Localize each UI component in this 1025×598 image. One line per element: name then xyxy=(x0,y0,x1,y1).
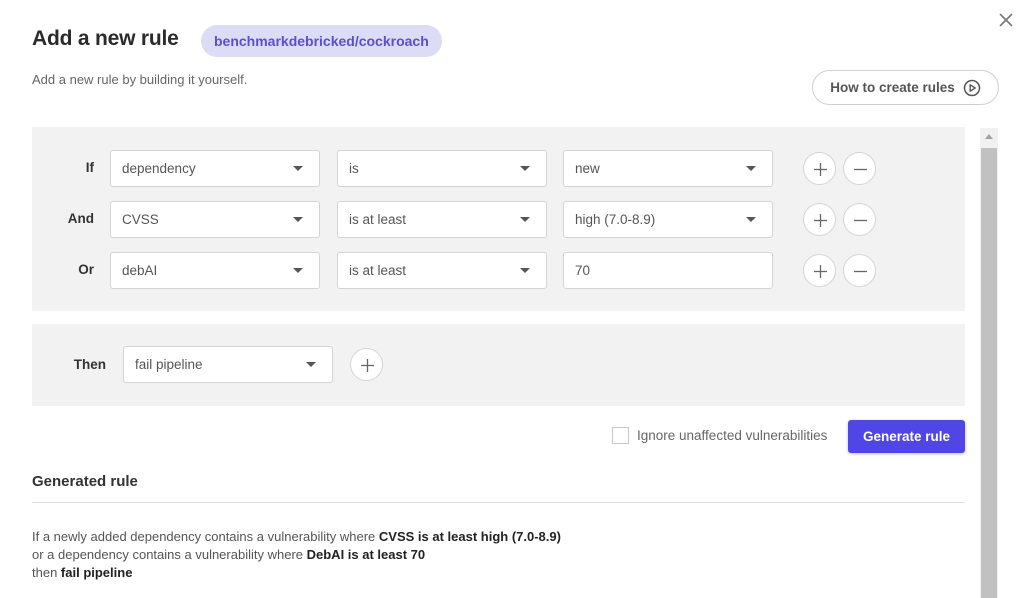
condition-1-add-button[interactable] xyxy=(803,152,836,185)
condition-connector-and: And xyxy=(67,211,94,226)
caret-down-icon xyxy=(746,217,756,222)
plus-icon xyxy=(814,163,827,176)
condition-2-value: high (7.0-8.9) xyxy=(575,212,656,227)
condition-1-value: new xyxy=(575,161,600,176)
condition-1-remove-button[interactable] xyxy=(843,152,876,185)
ignore-unaffected-label: Ignore unaffected vulnerabilities xyxy=(637,428,828,443)
action-value: fail pipeline xyxy=(135,357,203,372)
caret-down-icon xyxy=(520,268,530,273)
condition-1-field-value: dependency xyxy=(122,161,196,176)
add-action-button[interactable] xyxy=(350,348,383,381)
condition-2-field-select[interactable]: CVSS xyxy=(110,201,320,238)
condition-2-operator-select[interactable]: is at least xyxy=(337,201,547,238)
caret-down-icon xyxy=(293,217,303,222)
condition-1-value-select[interactable]: new xyxy=(563,150,773,187)
condition-2-field-value: CVSS xyxy=(122,212,159,227)
scroll-up-arrow-icon[interactable] xyxy=(985,134,993,139)
repository-badge: benchmarkdebricked/cockroach xyxy=(201,25,442,57)
scrollbar-thumb[interactable] xyxy=(981,148,997,598)
condition-2-value-select[interactable]: high (7.0-8.9) xyxy=(563,201,773,238)
close-button[interactable] xyxy=(996,10,1016,30)
action-select[interactable]: fail pipeline xyxy=(123,346,333,383)
minus-icon xyxy=(854,168,867,171)
condition-connector-if: If xyxy=(85,160,94,175)
condition-3-field-value: debAI xyxy=(122,263,158,278)
play-circle-icon xyxy=(963,79,981,96)
dialog-subtitle: Add a new rule by building it yourself. xyxy=(32,72,248,87)
generated-rule-line-1: If a newly added dependency contains a v… xyxy=(32,529,561,544)
condition-connector-or: Or xyxy=(78,262,94,277)
plus-icon xyxy=(814,214,827,227)
caret-down-icon xyxy=(520,217,530,222)
generated-rule-line-2-text: or a dependency contains a vulnerability… xyxy=(32,547,307,562)
plus-icon xyxy=(361,359,374,372)
condition-1-field-select[interactable]: dependency xyxy=(110,150,320,187)
generated-rule-line-3-text: then xyxy=(32,565,61,580)
generated-rule-line-3-bold: fail pipeline xyxy=(60,565,133,580)
condition-3-field-select[interactable]: debAI xyxy=(110,252,320,289)
plus-icon xyxy=(814,265,827,278)
caret-down-icon xyxy=(520,166,530,171)
generated-rule-line-1-bold: CVSS is at least high (7.0-8.9) xyxy=(378,529,561,544)
generated-rule-heading: Generated rule xyxy=(32,473,138,490)
caret-down-icon xyxy=(306,362,316,367)
condition-1-operator-select[interactable]: is xyxy=(337,150,547,187)
ignore-unaffected-checkbox[interactable] xyxy=(612,427,629,444)
condition-3-remove-button[interactable] xyxy=(843,254,876,287)
action-label: Then xyxy=(73,357,106,372)
generated-rule-line-2: or a dependency contains a vulnerability… xyxy=(32,547,425,562)
divider xyxy=(32,502,965,503)
close-icon xyxy=(999,13,1013,27)
condition-3-add-button[interactable] xyxy=(803,254,836,287)
caret-down-icon xyxy=(746,166,756,171)
condition-2-remove-button[interactable] xyxy=(843,203,876,236)
generated-rule-line-2-bold: DebAI is at least 70 xyxy=(306,547,426,562)
condition-1-operator-value: is xyxy=(349,161,359,176)
condition-3-value: 70 xyxy=(575,263,591,278)
generated-rule-line-1-text: If a newly added dependency contains a v… xyxy=(32,529,379,544)
how-to-create-rules-label: How to create rules xyxy=(830,80,955,95)
minus-icon xyxy=(854,219,867,222)
how-to-create-rules-button[interactable]: How to create rules xyxy=(812,70,999,105)
condition-3-operator-value: is at least xyxy=(349,263,407,278)
condition-3-operator-select[interactable]: is at least xyxy=(337,252,547,289)
condition-2-add-button[interactable] xyxy=(803,203,836,236)
caret-down-icon xyxy=(293,166,303,171)
condition-3-value-input[interactable]: 70 xyxy=(563,252,773,289)
condition-2-operator-value: is at least xyxy=(349,212,407,227)
generated-rule-line-3: then fail pipeline xyxy=(32,565,132,580)
dialog-title: Add a new rule xyxy=(32,27,179,50)
minus-icon xyxy=(854,270,867,273)
generate-rule-button[interactable]: Generate rule xyxy=(848,420,965,453)
vertical-scrollbar[interactable] xyxy=(980,128,998,598)
caret-down-icon xyxy=(293,268,303,273)
